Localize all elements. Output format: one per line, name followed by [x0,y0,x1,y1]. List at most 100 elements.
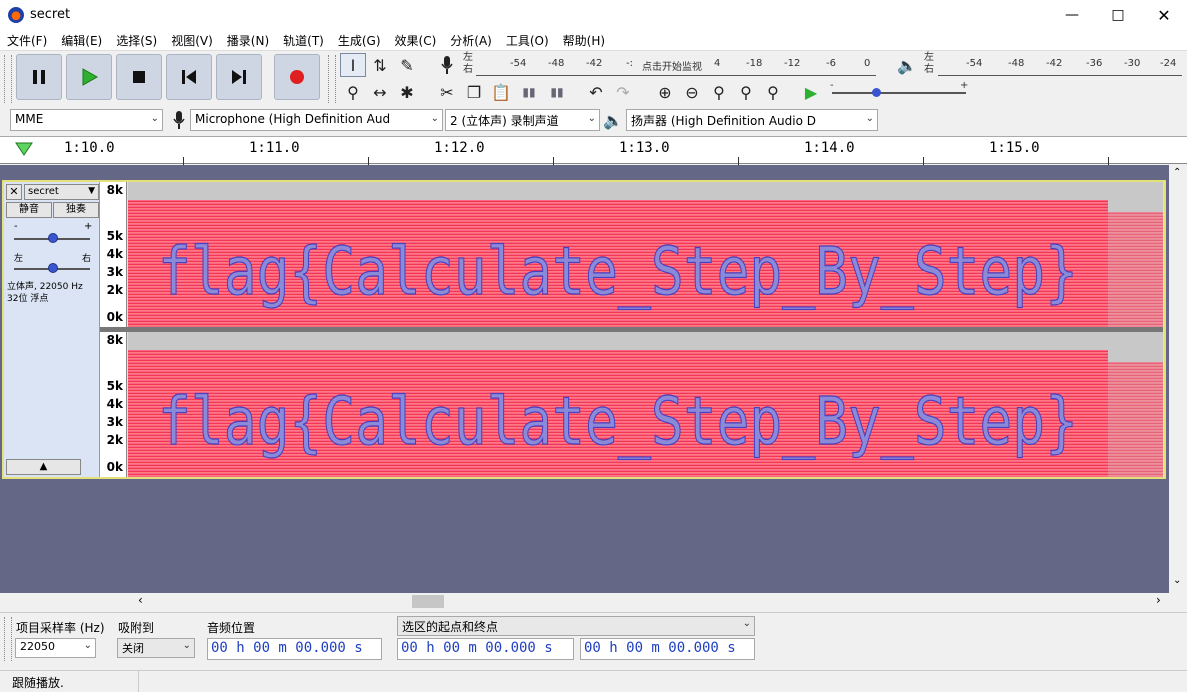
zoom-out-icon[interactable]: ⊖ [679,80,705,104]
menu-select[interactable]: 选择(S) [109,30,164,50]
freq-label: 0k [106,460,123,474]
zoom-toggle-icon[interactable]: ⚲ [760,80,786,104]
cut-icon[interactable]: ✂ [434,80,460,104]
speed-slider-thumb[interactable] [872,88,881,97]
undo-icon[interactable]: ↶ [583,80,609,104]
track-info-depth: 32位 浮点 [7,294,49,304]
freq-label: 3k [106,415,123,429]
timeline-ruler[interactable]: 1:10.0 1:11.0 1:12.0 1:13.0 1:14.0 1:15.… [0,136,1187,165]
gain-slider-thumb[interactable] [48,233,58,243]
speaker-icon[interactable]: 🔈 [894,53,920,77]
audio-host-value: MME [15,112,44,126]
freq-label: 5k [106,379,123,393]
speaker-icon: 🔈 [603,110,623,130]
record-button[interactable] [274,54,320,100]
spectrogram-right-channel[interactable]: flag{Calculate_Step_By_Step} [128,332,1163,477]
silence-icon[interactable]: ▮▮ [544,80,570,104]
paste-icon[interactable]: 📋 [488,80,514,104]
horizontal-scrollbar[interactable]: ‹ › [130,593,1169,610]
title-bar: secret — □ ✕ [0,0,1187,30]
menu-view[interactable]: 视图(V) [164,30,220,50]
rec-right-label: 右 [463,64,473,75]
menu-help[interactable]: 帮助(H) [556,30,612,50]
freq-label: 4k [106,397,123,411]
selection-start-field[interactable]: 00 h 00 m 00.000 s [397,638,574,660]
skip-end-button[interactable] [216,54,262,100]
close-track-icon[interactable]: ✕ [6,184,22,200]
skip-start-button[interactable] [166,54,212,100]
vertical-scrollbar[interactable]: ⌃ ⌄ [1169,165,1187,593]
recording-device-select[interactable]: Microphone (High Definition Aud ⌄ [190,109,443,131]
minimize-icon[interactable]: — [1049,0,1095,30]
play-tick: -24 [1160,58,1177,69]
selection-end-field[interactable]: 00 h 00 m 00.000 s [580,638,755,660]
record-meter[interactable]: -54 -48 -42 -: 点击开始监视 4 -18 -12 -6 0 [476,54,876,76]
rec-tick: 0 [864,58,871,69]
toolbar-grip[interactable] [4,55,12,103]
timeshift-tool-icon[interactable]: ↔ [367,80,393,104]
horizontal-scroll-thumb[interactable] [412,595,444,608]
mute-button[interactable]: 静音 [6,202,52,218]
pan-slider-thumb[interactable] [48,263,58,273]
maximize-icon[interactable]: □ [1095,0,1141,30]
scroll-right-icon[interactable]: › [1156,593,1161,607]
project-rate-select[interactable]: 22050 ⌄ [15,638,96,658]
solo-button[interactable]: 独奏 [53,202,99,218]
trim-icon[interactable]: ▮▮ [516,80,542,104]
play-at-speed-icon[interactable]: ▶ [798,80,824,104]
pause-button[interactable] [16,54,62,100]
audio-host-select[interactable]: MME ⌄ [10,109,163,131]
skip-start-icon [182,70,196,84]
play-button[interactable] [66,54,112,100]
selection-mode-select[interactable]: 选区的起点和终点 ⌄ [397,616,755,636]
recording-channels-select[interactable]: 2 (立体声) 录制声道 ⌄ [445,109,600,131]
frequency-ruler-left[interactable]: 8k 5k 4k 3k 2k 0k [100,182,127,327]
selection-tool-icon[interactable]: I [340,53,366,77]
timeline-play-head-icon[interactable] [14,140,34,161]
snap-to-select[interactable]: 关闭 ⌄ [117,638,195,658]
play-tick: -54 [966,58,983,69]
menu-analyze[interactable]: 分析(A) [443,30,499,50]
spectrogram-left-channel[interactable]: flag{Calculate_Step_By_Step} [128,182,1163,327]
scroll-up-icon[interactable]: ⌃ [1173,167,1181,178]
close-icon[interactable]: ✕ [1141,0,1187,30]
play-tick: -42 [1046,58,1063,69]
window-title: secret [30,7,71,22]
fit-selection-icon[interactable]: ⚲ [706,80,732,104]
audio-position-field[interactable]: 00 h 00 m 00.000 s [207,638,382,660]
envelope-tool-icon[interactable]: ⇅ [367,53,393,77]
draw-tool-icon[interactable]: ✎ [394,53,420,77]
play-speed-slider[interactable]: - + [830,80,970,100]
playback-meter[interactable]: -54 -48 -42 -36 -30 -24 [938,54,1182,76]
stop-button[interactable] [116,54,162,100]
toolbar-grip[interactable] [328,55,336,103]
zoom-in-icon[interactable]: ⊕ [652,80,678,104]
ruler-label: 1:15.0 [989,140,1040,156]
menu-generate[interactable]: 生成(G) [331,30,388,50]
menu-tracks[interactable]: 轨道(T) [276,30,331,50]
play-tick: -48 [1008,58,1025,69]
skip-end-icon [232,70,246,84]
multi-tool-icon[interactable]: ✱ [394,80,420,104]
track-menu-button[interactable]: secret ▼ [24,184,99,200]
playback-device-select[interactable]: 扬声器 (High Definition Audio D ⌄ [626,109,878,131]
microphone-icon[interactable] [434,53,460,77]
scroll-left-icon[interactable]: ‹ [138,593,143,607]
audio-position-label: 音频位置 [207,621,256,635]
menu-effect[interactable]: 效果(C) [388,30,444,50]
toolbar-grip[interactable] [4,617,12,661]
collapse-track-button[interactable]: ▲ [6,459,81,475]
frequency-ruler-right[interactable]: 8k 5k 4k 3k 2k 0k [100,332,127,477]
copy-icon[interactable]: ❐ [461,80,487,104]
menu-tools[interactable]: 工具(O) [499,30,556,50]
snap-to-value: 关闭 [122,642,144,655]
menu-edit[interactable]: 编辑(E) [54,30,109,50]
menu-file[interactable]: 文件(F) [0,30,54,50]
scroll-down-icon[interactable]: ⌄ [1173,575,1181,586]
rec-tick: 4 [714,58,721,69]
fit-project-icon[interactable]: ⚲ [733,80,759,104]
selection-toolbar: 项目采样率 (Hz) 22050 ⌄ 吸附到 关闭 ⌄ 音频位置 00 h 00 m… [0,612,1187,668]
redo-icon[interactable]: ↷ [610,80,636,104]
menu-transport[interactable]: 播录(N) [220,30,276,50]
zoom-tool-icon[interactable]: ⚲ [340,80,366,104]
